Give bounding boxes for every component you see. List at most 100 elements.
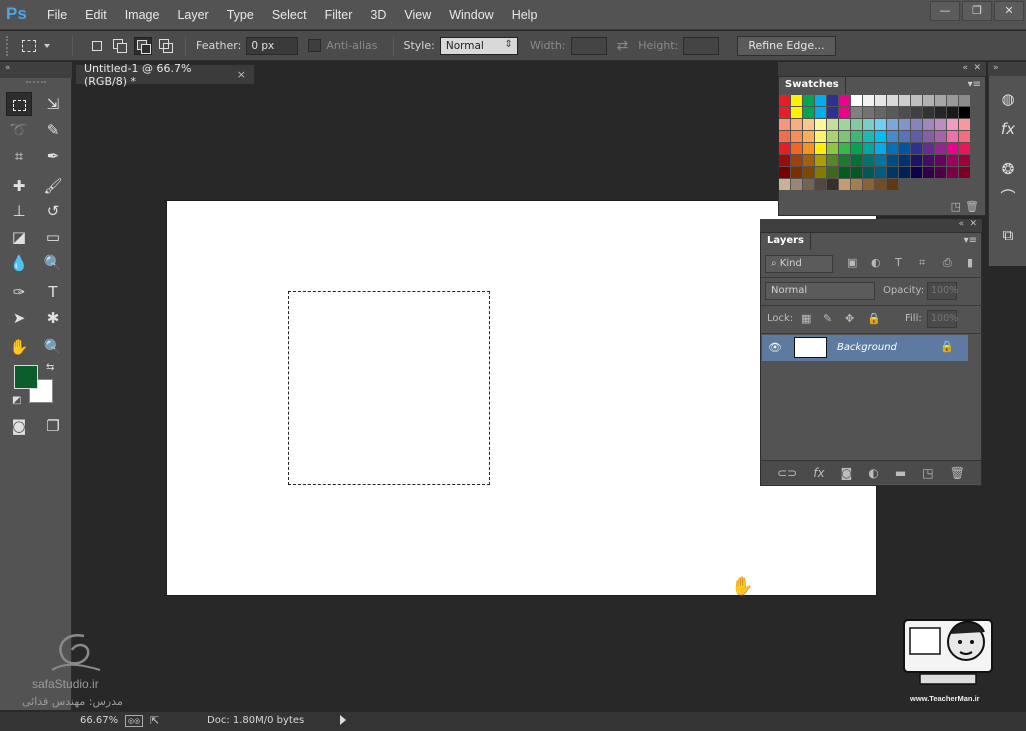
add-to-selection-button[interactable] bbox=[111, 37, 129, 55]
color-swatch[interactable] bbox=[791, 131, 802, 142]
style-select[interactable]: Normal bbox=[439, 36, 518, 55]
color-swatch[interactable] bbox=[851, 167, 862, 178]
brush-tool[interactable]: 🖌 bbox=[40, 174, 66, 198]
color-swatch[interactable] bbox=[815, 95, 826, 106]
filter-toggle-icon[interactable]: ▮ bbox=[967, 256, 973, 269]
color-swatch[interactable] bbox=[923, 131, 934, 142]
adjustments-icon[interactable]: ◍ bbox=[995, 86, 1021, 112]
color-swatch[interactable] bbox=[887, 167, 898, 178]
gradient-tool[interactable]: ▭ bbox=[40, 225, 66, 249]
color-swatch[interactable] bbox=[803, 167, 814, 178]
height-input[interactable] bbox=[683, 36, 720, 55]
color-swatch[interactable] bbox=[887, 107, 898, 118]
blend-mode-select[interactable]: Normal bbox=[765, 282, 875, 300]
paths-icon[interactable]: ⌒ bbox=[995, 184, 1021, 210]
color-swatch[interactable] bbox=[803, 179, 814, 190]
color-swatch[interactable] bbox=[887, 155, 898, 166]
new-group-folder-icon[interactable]: ▬ bbox=[895, 466, 906, 480]
3d-icon[interactable]: ⧉ bbox=[995, 222, 1021, 248]
color-swatch[interactable] bbox=[815, 167, 826, 178]
panel-menu-icon[interactable]: ▾≡ bbox=[964, 235, 977, 246]
type-tool[interactable]: T bbox=[40, 280, 66, 304]
filter-kind-select[interactable]: ⌕ Kind bbox=[765, 255, 833, 273]
layer-name[interactable]: Background bbox=[837, 342, 897, 353]
color-swatch[interactable] bbox=[863, 179, 874, 190]
eraser-tool[interactable]: ◪ bbox=[6, 225, 32, 249]
eyedropper-tool[interactable]: ✒ bbox=[40, 144, 66, 168]
color-swatch[interactable] bbox=[875, 179, 886, 190]
color-swatch[interactable] bbox=[911, 155, 922, 166]
color-swatch[interactable] bbox=[911, 107, 922, 118]
collapse-panel-icon[interactable]: « bbox=[958, 219, 964, 229]
foreground-color-swatch[interactable] bbox=[14, 365, 38, 389]
swatches-panel-header[interactable]: « ✕ bbox=[778, 62, 986, 76]
menu-layer[interactable]: Layer bbox=[168, 8, 217, 22]
color-swatch[interactable] bbox=[791, 119, 802, 130]
tab-layers[interactable]: Layers bbox=[761, 233, 811, 250]
color-swatch[interactable] bbox=[779, 143, 790, 154]
color-swatch[interactable] bbox=[827, 107, 838, 118]
color-swatch[interactable] bbox=[875, 107, 886, 118]
hand-tool[interactable]: ✋ bbox=[6, 335, 32, 359]
color-swatch[interactable] bbox=[827, 179, 838, 190]
tools-panel-header[interactable]: « bbox=[0, 62, 72, 78]
color-swatch[interactable] bbox=[959, 131, 970, 142]
color-swatch[interactable] bbox=[875, 119, 886, 130]
add-mask-icon[interactable]: ◙ bbox=[841, 466, 853, 480]
image-filter-icon[interactable]: ▣ bbox=[847, 256, 857, 269]
lock-pixels-icon[interactable]: ✎ bbox=[823, 312, 832, 325]
close-panel-icon[interactable]: ✕ bbox=[973, 63, 981, 73]
color-swatch[interactable] bbox=[779, 119, 790, 130]
path-selection-tool[interactable]: ➤ bbox=[6, 306, 32, 330]
close-window-button[interactable]: ✕ bbox=[994, 1, 1024, 21]
width-input[interactable] bbox=[570, 36, 607, 55]
panel-menu-icon[interactable]: ▾≡ bbox=[968, 79, 981, 90]
color-swatch[interactable] bbox=[791, 143, 802, 154]
color-swatch[interactable] bbox=[923, 107, 934, 118]
color-swatch[interactable] bbox=[899, 95, 910, 106]
menu-image[interactable]: Image bbox=[116, 8, 169, 22]
color-swatch[interactable] bbox=[947, 95, 958, 106]
color-swatch[interactable] bbox=[935, 167, 946, 178]
color-swatch[interactable] bbox=[935, 131, 946, 142]
move-tool[interactable]: ⇲ bbox=[40, 92, 66, 116]
color-swatch[interactable] bbox=[791, 107, 802, 118]
screen-mode-icon[interactable]: ❐ bbox=[40, 414, 66, 438]
color-swatch[interactable] bbox=[851, 95, 862, 106]
color-swatch[interactable] bbox=[947, 167, 958, 178]
color-swatch[interactable] bbox=[899, 155, 910, 166]
color-swatch[interactable] bbox=[815, 119, 826, 130]
shape-filter-icon[interactable]: ⌗ bbox=[919, 256, 925, 270]
color-swatch[interactable] bbox=[863, 167, 874, 178]
color-swatch[interactable] bbox=[791, 155, 802, 166]
color-swatch[interactable] bbox=[959, 95, 970, 106]
color-swatch[interactable] bbox=[839, 131, 850, 142]
color-swatch[interactable] bbox=[851, 107, 862, 118]
color-swatch[interactable] bbox=[899, 143, 910, 154]
styles-fx-icon[interactable]: fx bbox=[995, 116, 1021, 142]
default-colors-icon[interactable]: ◩ bbox=[12, 395, 21, 406]
color-swatch[interactable] bbox=[839, 95, 850, 106]
status-info-icon[interactable]: ◎◎ bbox=[125, 715, 143, 727]
color-swatch[interactable] bbox=[827, 95, 838, 106]
color-swatch[interactable] bbox=[947, 119, 958, 130]
menu-window[interactable]: Window bbox=[440, 8, 502, 22]
color-swatch[interactable] bbox=[815, 107, 826, 118]
new-selection-button[interactable] bbox=[88, 37, 106, 55]
color-swatch[interactable] bbox=[899, 119, 910, 130]
color-swatch[interactable] bbox=[839, 119, 850, 130]
collapse-icon[interactable]: « bbox=[5, 63, 11, 73]
color-swatch[interactable] bbox=[863, 143, 874, 154]
tab-swatches[interactable]: Swatches bbox=[779, 77, 846, 94]
zoom-tool[interactable]: 🔍 bbox=[40, 335, 66, 359]
dodge-tool[interactable]: 🔍 bbox=[40, 251, 66, 275]
color-swatch[interactable] bbox=[947, 155, 958, 166]
color-swatch[interactable] bbox=[935, 155, 946, 166]
color-swatch[interactable] bbox=[851, 119, 862, 130]
marquee-selection[interactable] bbox=[288, 291, 490, 485]
color-swatch[interactable] bbox=[863, 131, 874, 142]
color-swatch[interactable] bbox=[839, 155, 850, 166]
color-swatch[interactable] bbox=[863, 155, 874, 166]
color-swatch[interactable] bbox=[911, 95, 922, 106]
color-swatch[interactable] bbox=[851, 143, 862, 154]
